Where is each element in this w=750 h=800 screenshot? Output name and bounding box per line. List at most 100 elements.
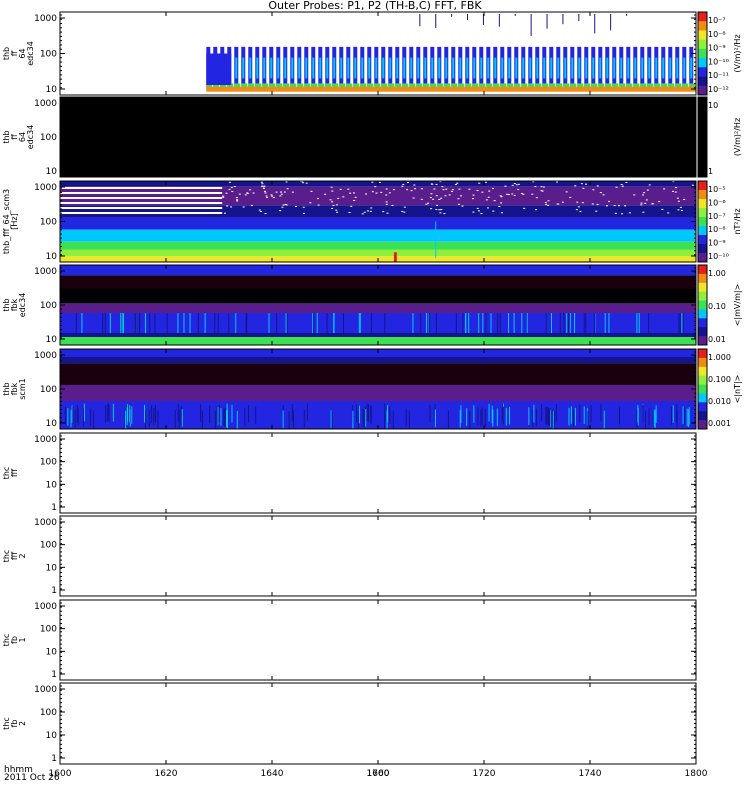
spectrogram-band — [60, 333, 696, 337]
spectrogram-column-core — [396, 57, 399, 79]
spectrogram-speckle — [620, 184, 623, 186]
spectrogram-speckle — [250, 205, 253, 207]
spectrogram-speckle — [266, 197, 269, 199]
y-tick-label: 10 — [46, 85, 58, 95]
spectrogram-speckle — [337, 197, 340, 199]
spectrogram-streak — [548, 408, 550, 426]
spectrogram-speckle — [441, 186, 444, 188]
spectrogram-speckle — [476, 207, 479, 209]
spectrogram-streak — [505, 407, 507, 426]
spectrogram-spike — [498, 14, 500, 27]
spectrogram-speckle — [330, 186, 333, 188]
spectrogram-speckle — [388, 192, 391, 194]
spectrogram-streak — [420, 313, 422, 333]
spectrogram-streak — [563, 313, 565, 333]
spectrogram-streak — [540, 404, 542, 422]
y-tick-label: 100 — [40, 301, 57, 311]
spectrogram-speckle — [402, 183, 405, 185]
spectrogram-streak — [618, 406, 620, 425]
spectrogram-streak — [435, 313, 437, 333]
spectrogram-speckle — [680, 209, 683, 211]
panel-p1: 100010010thb ff 64 edc34 — [2, 11, 697, 96]
y-tick-label: 1 — [51, 503, 57, 513]
spectrogram-speckle — [522, 193, 525, 195]
spectrogram-column-core — [340, 57, 343, 79]
spectrogram-speckle — [646, 189, 649, 191]
y-tick-label: 1 — [51, 586, 57, 596]
spectrogram-streak — [644, 411, 646, 429]
spectrogram-speckle — [504, 185, 507, 187]
spectrogram-streak — [549, 408, 551, 427]
spectrogram-speckle — [386, 212, 389, 214]
x-tick-label: 1700 — [367, 769, 390, 779]
colorbar-segment — [698, 244, 707, 254]
spectrogram-column-core — [410, 57, 413, 79]
spectrogram-speckle — [271, 195, 274, 197]
spectrogram-streak — [235, 313, 237, 333]
spectrogram-speckle — [511, 184, 514, 186]
x-tick-label: 1740 — [579, 769, 602, 779]
spectrogram-speckle — [456, 182, 459, 184]
colorbar-segment — [698, 208, 707, 218]
panel-p5: 100010010thb fbk scm1 — [2, 348, 697, 430]
spectrogram-streak — [126, 407, 128, 425]
spectrogram-streak — [545, 313, 547, 333]
spectrogram-speckle — [222, 195, 225, 197]
spectrogram-speckle — [339, 188, 342, 190]
spectrogram-streak — [282, 410, 284, 429]
spectrogram-streak — [153, 408, 155, 426]
panel-p8: 1000100101thc fb 1 — [2, 599, 697, 681]
spectrogram-speckle — [294, 206, 297, 208]
y-tick-label: 1 — [51, 754, 57, 764]
spectrogram-column-core — [557, 57, 560, 79]
spectrogram-gap — [60, 192, 223, 194]
spectrogram-speckle — [492, 210, 495, 212]
spectrogram-speckle — [286, 188, 289, 190]
spectrogram-speckle — [317, 204, 320, 206]
spectrogram-column-core — [578, 57, 581, 79]
spectrogram-column-core — [438, 57, 441, 79]
spectrogram-band — [60, 357, 696, 364]
spectrogram-speckle — [302, 206, 305, 208]
spectrogram-streak — [333, 313, 335, 333]
spectrogram-speckle — [244, 194, 247, 196]
spectrogram-streak — [131, 406, 133, 424]
colorbar-segment — [698, 217, 707, 227]
spectrogram-streak — [389, 406, 391, 424]
colorbar-unit: (V/m)²/Hz — [733, 118, 742, 156]
colorbar-segment — [698, 85, 707, 96]
spectrogram-speckle — [561, 201, 564, 203]
spectrogram-speckle — [249, 189, 252, 191]
y-axis-label: [Hz] — [10, 213, 19, 229]
spectrogram-streak — [462, 313, 464, 333]
spectrogram-streak — [566, 313, 568, 333]
spectrogram-streak — [481, 407, 483, 425]
spectrogram-streak — [569, 313, 571, 333]
spectrogram-speckle — [547, 204, 550, 206]
y-tick-label: 10 — [46, 480, 58, 490]
colorbar-segment — [698, 181, 707, 191]
spectrogram-spike — [419, 14, 421, 27]
spectrogram-column-core — [620, 57, 623, 79]
spectrogram-speckle — [438, 198, 441, 200]
spectrogram-column-core — [445, 57, 448, 79]
spectrogram-spike — [610, 14, 612, 31]
spectrogram-speckle — [317, 198, 320, 200]
spectrogram-speckle — [391, 204, 394, 206]
spectrogram-spike — [514, 14, 516, 16]
spectrogram-speckle — [374, 186, 377, 188]
spectrogram-band — [60, 241, 696, 250]
spectrogram-streak — [648, 407, 650, 426]
spectrogram-column-core — [641, 57, 644, 79]
y-tick-label: 100 — [40, 50, 57, 60]
spectrogram-speckle — [476, 190, 479, 192]
spectrogram-column-core — [452, 57, 455, 79]
spectrogram-speckle — [324, 193, 327, 195]
y-axis-label: 2 — [18, 553, 27, 558]
spectrogram-streak — [392, 411, 394, 429]
spectrogram-speckle — [433, 188, 436, 190]
spectrogram-speckle — [577, 206, 580, 208]
spectrogram-streak — [460, 405, 462, 423]
spectrogram-streak — [216, 406, 218, 425]
spectrogram-streak — [496, 408, 498, 427]
